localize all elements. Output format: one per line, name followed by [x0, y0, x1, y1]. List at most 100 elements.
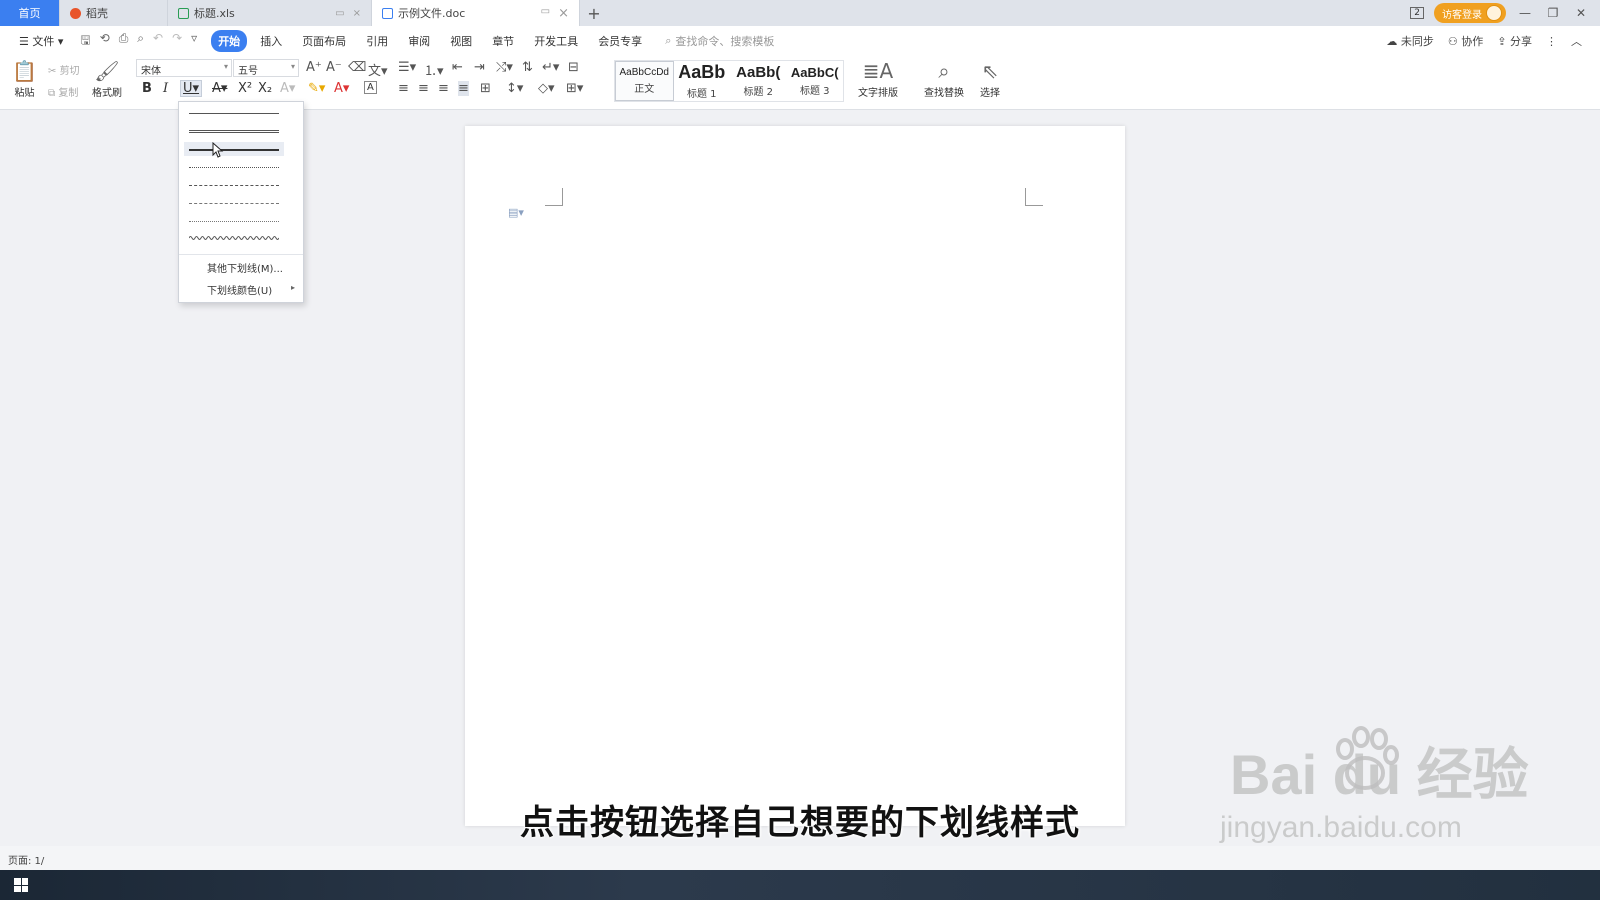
find-replace-button[interactable]: ⌕ 查找替换	[924, 58, 964, 99]
collapse-ribbon-icon[interactable]: ︿	[1571, 33, 1582, 49]
underline-dashed[interactable]	[184, 178, 284, 192]
collaborate-button[interactable]: ⚇ 协作	[1448, 33, 1483, 49]
decrease-indent-icon[interactable]: ⇤	[452, 60, 463, 75]
align-center-icon[interactable]: ≡	[418, 81, 429, 96]
tab-pin-icon[interactable]: ▭	[335, 8, 344, 19]
tab-stops-icon[interactable]: ⊟	[568, 60, 579, 75]
bold-button[interactable]: B	[142, 81, 152, 96]
vertical-scrollbar[interactable]	[1590, 110, 1600, 850]
command-search-placeholder: 查找命令、搜索模板	[675, 35, 775, 48]
text-effect-button[interactable]: A▾	[280, 81, 295, 96]
customize-icon[interactable]: ▿	[191, 31, 197, 52]
paste-button[interactable]: 📋 粘贴	[12, 58, 37, 99]
style-heading-2[interactable]: AaBb( 标题 2	[730, 61, 787, 101]
file-menu[interactable]: ☰ 文件 ▾	[12, 30, 70, 52]
login-button[interactable]: 访客登录	[1434, 3, 1506, 23]
char-border-icon[interactable]: A	[364, 81, 377, 94]
tab-daoke[interactable]: 稻壳	[60, 0, 168, 26]
chinese-layout-icon[interactable]: ⤭▾	[496, 60, 513, 75]
justify-icon[interactable]: ≡	[458, 81, 469, 96]
style-label: 正文	[634, 84, 655, 95]
underline-single[interactable]	[184, 106, 284, 120]
font-size-select[interactable]: 五号	[233, 59, 299, 77]
strikethrough-button[interactable]: A▾	[212, 81, 227, 96]
font-name-select[interactable]: 宋体	[136, 59, 232, 77]
tab-doc[interactable]: 示例文件.doc ▭ ×	[372, 0, 580, 26]
underline-double[interactable]	[184, 124, 284, 138]
clear-format-icon[interactable]: ⌫	[348, 60, 366, 75]
distribute-icon[interactable]: ⊞	[480, 81, 491, 96]
more-icon[interactable]: ⋮	[1546, 35, 1557, 48]
share-icon: ⇪	[1497, 35, 1510, 48]
tab-review[interactable]: 审阅	[401, 30, 437, 52]
style-heading-3[interactable]: AaBbC( 标题 3	[787, 61, 844, 101]
tab-xls[interactable]: 标题.xls ▭ ×	[168, 0, 372, 26]
windows-start-icon[interactable]	[14, 878, 28, 892]
underline-dash-dot[interactable]	[184, 196, 284, 210]
underline-thick[interactable]	[184, 142, 284, 156]
print-icon[interactable]: ⎙	[119, 31, 129, 52]
new-tab-button[interactable]: +	[580, 0, 608, 26]
tab-close-icon[interactable]: ×	[353, 8, 361, 19]
format-painter-button[interactable]: 🖌 格式刷	[92, 58, 122, 99]
highlight-icon[interactable]: ✎▾	[308, 81, 325, 96]
underline-dotted[interactable]	[184, 160, 284, 174]
brush-icon: 🖌	[94, 59, 120, 83]
superscript-button[interactable]: X²	[238, 81, 252, 96]
style-heading-1[interactable]: AaBb 标题 1	[674, 61, 731, 101]
close-window-icon[interactable]: ✕	[1572, 6, 1590, 20]
numbered-list-icon[interactable]: ⒈▾	[424, 60, 444, 79]
undo-icon[interactable]: ↶	[153, 31, 163, 52]
align-right-icon[interactable]: ≡	[438, 81, 449, 96]
grow-font-icon[interactable]: A⁺	[306, 60, 322, 75]
menu-divider	[179, 254, 303, 255]
undo-history-icon[interactable]: ⟲	[100, 31, 110, 52]
page-indicator[interactable]: 页面: 1/	[8, 856, 44, 867]
more-underlines-item[interactable]: 其他下划线(M)...	[207, 260, 283, 275]
paragraph-options-icon[interactable]: ▤▾	[508, 206, 524, 219]
font-color-icon[interactable]: A▾	[334, 81, 349, 96]
tab-developer[interactable]: 开发工具	[527, 30, 585, 52]
underline-dash-dot-dot[interactable]	[184, 214, 284, 228]
tab-member[interactable]: 会员专享	[591, 30, 649, 52]
sync-button[interactable]: ☁ 未同步	[1386, 33, 1434, 49]
borders-icon[interactable]: ⊞▾	[566, 81, 583, 96]
tab-close-icon[interactable]: ×	[558, 6, 569, 21]
tab-start[interactable]: 开始	[211, 30, 248, 52]
save-icon[interactable]: 🖫	[80, 31, 90, 52]
text-layout-button[interactable]: ≣A 文字排版	[858, 58, 898, 99]
print-preview-icon[interactable]: ⌕	[137, 31, 144, 52]
increase-indent-icon[interactable]: ⇥	[474, 60, 485, 75]
sort-icon[interactable]: ⇅	[522, 60, 533, 75]
tab-references[interactable]: 引用	[359, 30, 395, 52]
shrink-font-icon[interactable]: A⁻	[326, 60, 342, 75]
italic-button[interactable]: I	[163, 81, 168, 96]
document-page[interactable]: ▤▾	[465, 126, 1125, 826]
shading-icon[interactable]: ◇▾	[538, 81, 555, 96]
line-spacing-icon[interactable]: ↕▾	[506, 81, 523, 96]
command-search[interactable]: ⌕ 查找命令、搜索模板	[665, 33, 774, 49]
share-button[interactable]: ⇪ 分享	[1497, 33, 1532, 49]
tab-pin-icon[interactable]: ▭	[541, 6, 550, 21]
copy-button[interactable]: ⧉ 复制	[48, 84, 78, 99]
tab-home[interactable]: 首页	[0, 0, 60, 26]
window-count-badge[interactable]: 2	[1410, 7, 1424, 19]
tab-insert[interactable]: 插入	[253, 30, 289, 52]
tab-section[interactable]: 章节	[485, 30, 521, 52]
align-left-icon[interactable]: ≡	[398, 81, 409, 96]
phonetic-guide-icon[interactable]: 文▾	[368, 60, 388, 79]
tab-view[interactable]: 视图	[443, 30, 479, 52]
cut-button[interactable]: ✂ 剪切	[48, 62, 80, 77]
bullet-list-icon[interactable]: ☰▾	[398, 60, 416, 75]
style-normal[interactable]: AaBbCcDd 正文	[615, 61, 674, 101]
redo-icon[interactable]: ↷	[172, 31, 182, 52]
subscript-button[interactable]: X₂	[258, 81, 272, 96]
underline-wavy[interactable]	[184, 232, 284, 246]
show-marks-icon[interactable]: ↵▾	[542, 60, 559, 75]
minimize-icon[interactable]: —	[1516, 6, 1534, 20]
underline-color-item[interactable]: 下划线颜色(U)	[207, 282, 272, 297]
underline-button[interactable]: U▾	[180, 80, 203, 97]
restore-icon[interactable]: ❐	[1544, 6, 1562, 20]
tab-page-layout[interactable]: 页面布局	[295, 30, 353, 52]
select-button[interactable]: ⇖ 选择	[980, 58, 1000, 99]
